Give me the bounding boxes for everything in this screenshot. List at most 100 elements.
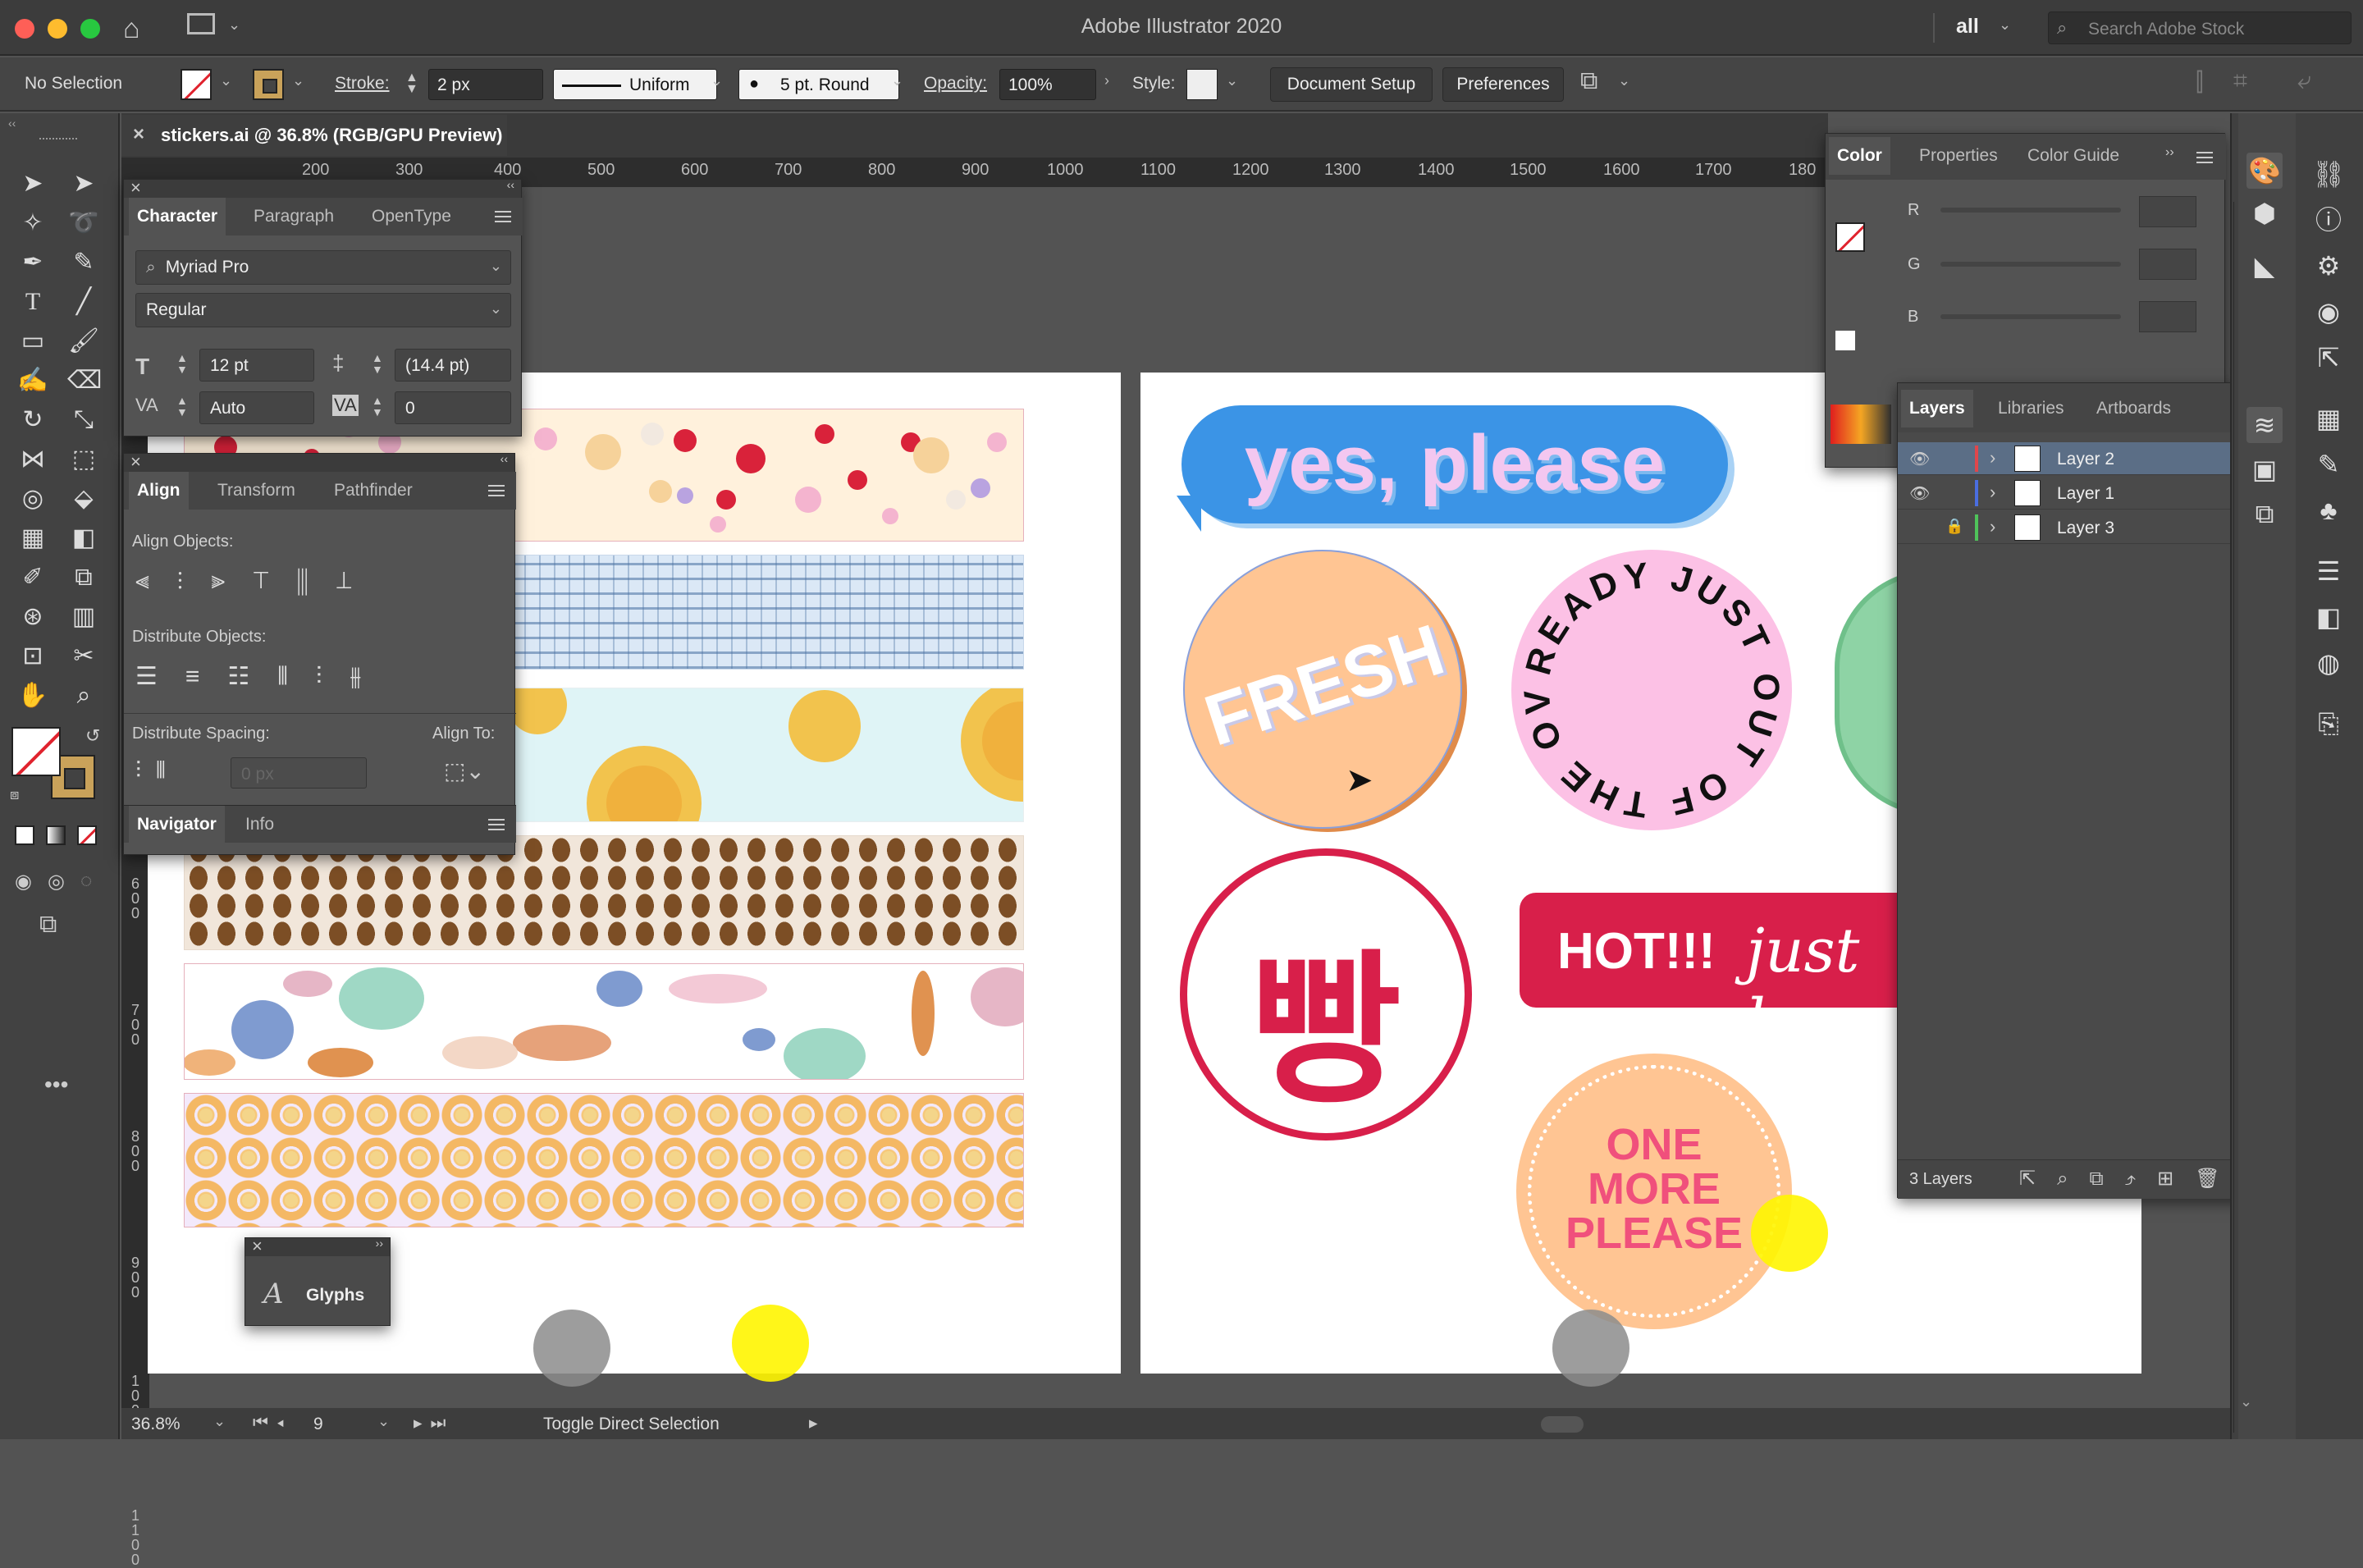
r-slider[interactable]	[1940, 208, 2121, 213]
direct-selection-tool-icon[interactable]: ➤	[67, 167, 100, 200]
lasso-tool-icon[interactable]: ➰	[67, 207, 100, 240]
stroke-stepper[interactable]: ▲ ▼	[405, 71, 418, 96]
font-size-field[interactable]: 12 pt	[199, 349, 314, 382]
chevron-right-icon[interactable]: ›	[1990, 482, 1995, 503]
leading-stepper[interactable]: ▲ ▼	[372, 352, 383, 375]
panel-menu-icon[interactable]	[488, 490, 505, 491]
links-icon[interactable]: ⛓	[2310, 156, 2347, 192]
swatches-icon[interactable]: ▦	[2310, 400, 2347, 437]
chevron-down-icon[interactable]: ⌄	[1618, 72, 1630, 89]
document-tab[interactable]: × stickers.ai @ 36.8% (RGB/GPU Preview)	[121, 115, 507, 156]
fill-color-box[interactable]	[11, 727, 61, 776]
chevron-down-icon[interactable]: ⌄	[1226, 72, 1238, 89]
tab-properties[interactable]: Properties	[1911, 137, 2006, 175]
layer-name[interactable]: Layer 3	[2057, 519, 2114, 538]
tab-character[interactable]: Character	[129, 198, 226, 235]
distribute-spacing-buttons[interactable]: ⫶⫴	[135, 757, 181, 784]
gradient-mode-icon[interactable]	[46, 825, 66, 845]
stock-search-input[interactable]: ⌕ Search Adobe Stock	[2048, 11, 2352, 44]
stroke-swatch[interactable]	[253, 69, 284, 100]
leading-field[interactable]: (14.4 pt)	[395, 349, 511, 382]
r-value-field[interactable]	[2139, 196, 2196, 227]
variable-width-profile[interactable]: Uniform	[553, 69, 717, 100]
fresh-sticker[interactable]: FRESH	[1183, 550, 1462, 829]
brushes-icon[interactable]: ✎	[2310, 446, 2347, 482]
stroke-icon[interactable]: ☰	[2310, 553, 2347, 589]
transform-icon[interactable]: ⌗	[2233, 67, 2247, 95]
chevron-down-icon[interactable]: ⌄	[377, 1413, 390, 1430]
zoom-level[interactable]: 36.8%	[131, 1415, 181, 1434]
isolate-icon[interactable]: ⤶	[2297, 67, 2311, 95]
brush-definition[interactable]: ● 5 pt. Round	[738, 69, 899, 100]
draw-behind-icon[interactable]: ◎	[48, 870, 65, 894]
collapse-icon[interactable]: ‹‹	[507, 178, 514, 191]
hand-tool-icon[interactable]: ✋	[16, 679, 49, 712]
color-spectrum[interactable]	[1831, 405, 1891, 444]
column-graph-tool-icon[interactable]: ▥	[67, 601, 100, 633]
align-to-selector-icon[interactable]: ⬚⌄	[444, 757, 485, 784]
align-object-buttons[interactable]: ⫷⫶⫸⊤⫼⊥	[135, 567, 380, 595]
expand-icon[interactable]: ››	[2165, 145, 2174, 160]
draw-normal-icon[interactable]: ◉	[15, 870, 32, 894]
collapse-icon[interactable]: ‹‹	[8, 117, 16, 130]
layer-action-buttons[interactable]: ⇱⌕⧉⤴⊞🗑	[2019, 1167, 2242, 1191]
shaper-tool-icon[interactable]: ✍	[16, 364, 49, 397]
collapse-icon[interactable]: ‹‹	[500, 452, 508, 465]
spacing-field[interactable]: 0 px	[231, 757, 367, 789]
tab-artboards[interactable]: Artboards	[2088, 390, 2179, 427]
align-icon[interactable]: ⫿	[2196, 69, 2204, 97]
layers-panel-icon[interactable]: ≋	[2246, 407, 2283, 443]
speech-bubble-sticker[interactable]: yes, please	[1182, 405, 1728, 523]
close-panel-icon[interactable]: ×	[252, 1236, 263, 1257]
tab-info[interactable]: Info	[237, 806, 282, 843]
panel-menu-icon[interactable]	[495, 216, 511, 217]
layer-name[interactable]: Layer 1	[2057, 484, 2114, 504]
tab-opentype[interactable]: OpenType	[363, 198, 459, 235]
appearance-icon[interactable]: ◉	[2310, 294, 2347, 330]
gradient-panel-icon[interactable]: ◣	[2246, 248, 2283, 284]
layer-name[interactable]: Layer 2	[2057, 450, 2114, 469]
document-setup-button[interactable]: Document Setup	[1270, 67, 1433, 102]
artboard-nav-prev[interactable]: ⏮◂	[253, 1413, 292, 1433]
rectangle-tool-icon[interactable]: ▭	[16, 325, 49, 358]
eraser-tool-icon[interactable]: ⌫	[67, 364, 102, 397]
scale-tool-icon[interactable]: ⤡	[67, 404, 100, 437]
white-swatch[interactable]	[1835, 331, 1855, 350]
pen-tool-icon[interactable]: ✒	[16, 246, 49, 279]
stroke-label[interactable]: Stroke:	[335, 74, 390, 94]
artboard-tool-icon[interactable]: ⊡	[16, 640, 49, 673]
gradient-tool-icon[interactable]: ◧	[67, 522, 100, 555]
slice-tool-icon[interactable]: ✂	[67, 640, 100, 673]
symbol-sprayer-tool-icon[interactable]: ⊛	[16, 601, 49, 633]
distribute-object-buttons[interactable]: ☰≡☷⫴⫶⫵	[135, 662, 389, 691]
eye-icon[interactable]: 👁	[1909, 449, 1930, 469]
chevron-right-icon[interactable]: ›	[1990, 447, 1995, 469]
shape-builder-tool-icon[interactable]: ◎	[16, 482, 49, 515]
blend-tool-icon[interactable]: ⧉	[67, 561, 100, 594]
glyphs-label[interactable]: Glyphs	[306, 1286, 364, 1305]
hot-sticker[interactable]: HOT!!! just ba	[1520, 893, 1946, 1008]
chevron-down-icon[interactable]: ⌄	[213, 1413, 226, 1430]
kerning-stepper[interactable]: ▲ ▼	[176, 395, 188, 418]
chevron-down-icon[interactable]: ⌄	[220, 72, 232, 89]
rotate-tool-icon[interactable]: ↻	[16, 404, 49, 437]
magic-wand-tool-icon[interactable]: ✧	[16, 207, 49, 240]
fill-swatch[interactable]	[1835, 222, 1865, 252]
washi-strip-daisies[interactable]	[184, 1093, 1024, 1227]
artboard-number[interactable]: 9	[313, 1415, 323, 1434]
tab-pathfinder[interactable]: Pathfinder	[326, 472, 421, 510]
expand-icon[interactable]: ››	[376, 1237, 383, 1250]
chevron-down-icon[interactable]: ⌄	[711, 72, 723, 89]
more-tools-icon[interactable]: •••	[44, 1072, 68, 1098]
line-segment-tool-icon[interactable]: ╱	[67, 286, 100, 318]
asset-export-icon[interactable]: ⎘	[2310, 706, 2347, 742]
graphic-style-swatch[interactable]	[1186, 69, 1218, 100]
arrange-icon[interactable]: ⧉	[1580, 67, 1597, 95]
ready-sticker[interactable]: READY JUST OUT OF THE OVEN	[1511, 550, 1792, 830]
fill-swatch[interactable]	[181, 69, 212, 100]
tab-layers[interactable]: Layers	[1901, 390, 1973, 427]
curvature-tool-icon[interactable]: ✎	[67, 246, 100, 279]
horizontal-scrollbar-thumb[interactable]	[1541, 1416, 1584, 1433]
korean-bread-sticker[interactable]: 빵	[1180, 848, 1472, 1141]
lock-icon[interactable]: 🔒	[1945, 518, 1963, 535]
